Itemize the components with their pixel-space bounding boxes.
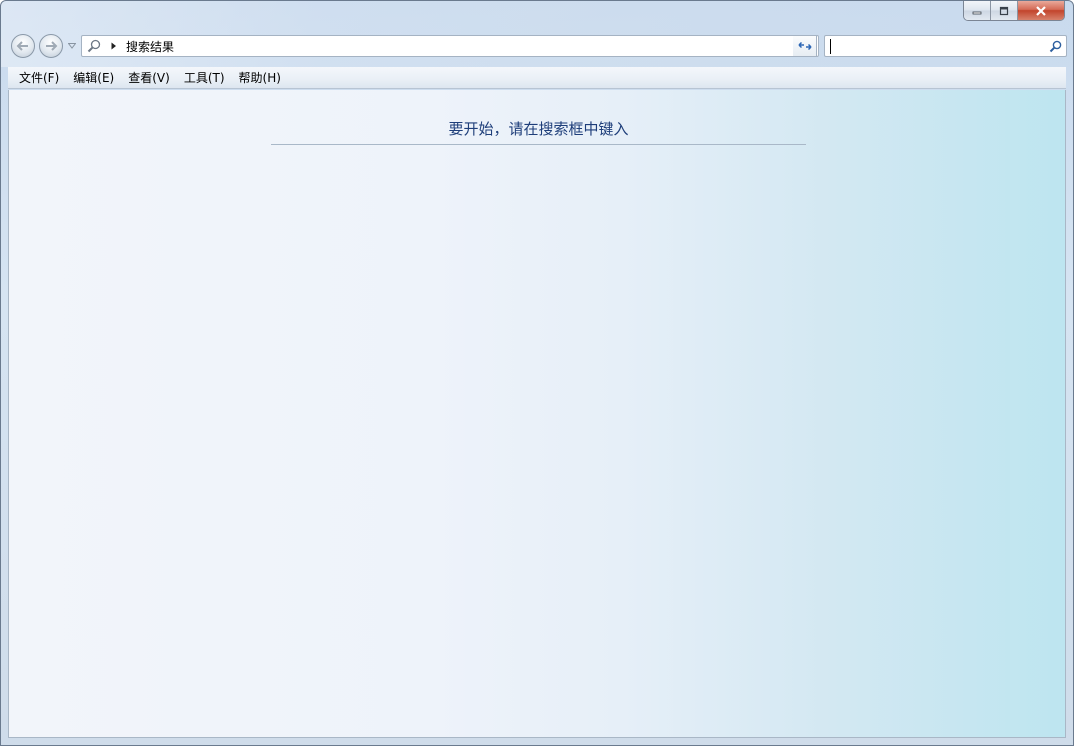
back-button[interactable]: [11, 34, 35, 58]
menu-view[interactable]: 查看(V): [121, 67, 177, 88]
chevron-down-icon: [68, 43, 76, 49]
menu-file[interactable]: 文件(F): [12, 67, 66, 88]
explorer-window: 搜索结果 文件(F) 编辑(E) 查看(V) 工具(T) 帮助(H) 要开始，请…: [0, 0, 1074, 746]
close-icon: [1036, 5, 1046, 16]
maximize-icon: [999, 6, 1009, 15]
menu-edit[interactable]: 编辑(E): [66, 67, 121, 88]
breadcrumb-search-results[interactable]: 搜索结果: [126, 38, 174, 55]
recent-pages-dropdown[interactable]: [67, 41, 77, 51]
minimize-button[interactable]: [964, 1, 991, 20]
close-button[interactable]: [1018, 1, 1064, 20]
caption-buttons: [963, 1, 1065, 21]
navigation-bar: 搜索结果: [9, 33, 1067, 59]
empty-state: 要开始，请在搜索框中键入: [271, 119, 806, 145]
forward-arrow-icon: [46, 41, 58, 51]
search-prompt: 要开始，请在搜索框中键入: [448, 120, 629, 138]
back-arrow-icon: [16, 41, 28, 51]
menu-help[interactable]: 帮助(H): [232, 67, 288, 88]
minimize-icon: [972, 11, 982, 14]
menu-bar: 文件(F) 编辑(E) 查看(V) 工具(T) 帮助(H): [8, 67, 1066, 89]
search-icon: [84, 36, 104, 56]
breadcrumb-arrow-icon[interactable]: [108, 42, 120, 50]
menu-tools[interactable]: 工具(T): [177, 67, 232, 88]
search-input[interactable]: [829, 38, 1039, 54]
address-bar[interactable]: 搜索结果: [81, 35, 819, 57]
search-icon[interactable]: [1047, 38, 1063, 54]
refresh-button[interactable]: [793, 35, 817, 57]
forward-button[interactable]: [39, 34, 63, 58]
text-caret: [830, 39, 831, 54]
maximize-button[interactable]: [991, 1, 1018, 20]
search-results-pane: 要开始，请在搜索框中键入: [8, 90, 1066, 738]
search-box[interactable]: [824, 35, 1067, 57]
divider: [271, 144, 806, 145]
refresh-icon: [797, 41, 812, 51]
